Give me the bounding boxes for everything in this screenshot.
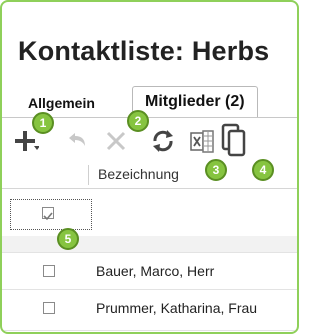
tab-allgemein[interactable]: Allgemein (28, 95, 95, 111)
table-row[interactable] (2, 192, 297, 237)
refresh-icon (153, 130, 173, 152)
annotation-badge-4: 4 (252, 159, 274, 181)
table-row[interactable]: Bauer, Marco, Herr (2, 253, 297, 290)
row-name: Bauer, Marco, Herr (96, 263, 215, 279)
row-name: Prummer, Katharina, Frau (96, 300, 258, 316)
excel-export-button[interactable] (188, 126, 216, 156)
row-checkbox[interactable] (43, 302, 55, 314)
annotation-badge-2: 2 (127, 110, 149, 132)
column-header-bezeichnung[interactable]: Bezeichnung (98, 166, 179, 182)
row-checkbox[interactable] (42, 207, 54, 221)
refresh-button[interactable] (148, 126, 178, 156)
checkmark-icon (43, 212, 53, 221)
row-separator (2, 236, 297, 253)
row-checkbox[interactable] (43, 265, 55, 277)
plus-icon (15, 131, 39, 151)
copy-icon (221, 123, 246, 157)
annotation-badge-5: 5 (57, 228, 79, 250)
undo-button[interactable] (64, 129, 90, 153)
window-title: Kontaktliste: Herbs (18, 36, 270, 66)
annotation-badge-1: 1 (32, 112, 54, 134)
excel-export-icon (190, 130, 214, 153)
tab-mitglieder[interactable]: Mitglieder (2) (132, 86, 258, 118)
delete-x-icon (106, 131, 126, 151)
table-row[interactable]: Prummer, Katharina, Frau (2, 290, 297, 331)
copy-button[interactable] (220, 122, 248, 158)
undo-icon (69, 133, 85, 146)
delete-button[interactable] (104, 129, 128, 153)
window-frame: Kontaktliste: Herbs Allgemein Mitglieder… (0, 0, 299, 334)
column-separator (88, 165, 89, 185)
annotation-badge-3: 3 (205, 159, 227, 181)
